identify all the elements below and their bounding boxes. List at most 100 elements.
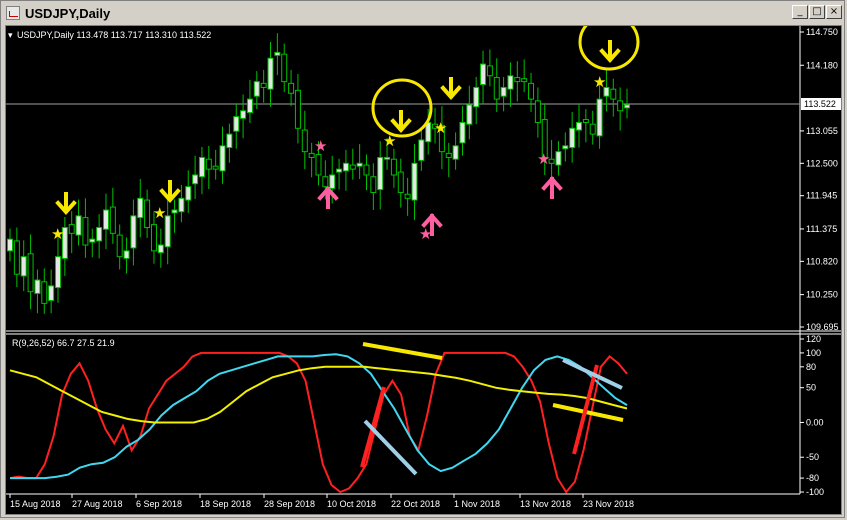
candle-body <box>233 116 240 132</box>
candle-body <box>528 82 535 100</box>
candle-body <box>13 240 20 275</box>
candle-body <box>493 77 500 100</box>
candle-body <box>267 57 274 90</box>
indicator-tick-label: 100 <box>806 348 821 358</box>
indicator-header: R(9,26,52) 66.7 27.5 21.9 <box>12 338 115 348</box>
candle-body <box>102 209 109 230</box>
candle-body <box>459 121 466 144</box>
date-tick-label: 15 Aug 2018 <box>10 499 61 509</box>
candle-body <box>301 129 308 153</box>
date-tick-label: 18 Sep 2018 <box>200 499 251 509</box>
price-tick-label: 114.750 <box>806 27 838 37</box>
candle-body <box>68 224 75 234</box>
candle-body <box>281 53 288 83</box>
candle-body <box>390 158 397 176</box>
price-tick-label: 110.250 <box>806 290 838 300</box>
candle-body <box>192 174 199 185</box>
candle-body <box>452 145 459 160</box>
candle-body <box>130 215 137 249</box>
candle-body <box>137 197 144 219</box>
indicator-tick-label: 120 <box>806 334 821 344</box>
candle-body <box>198 156 205 178</box>
title-bar[interactable]: USDJPY,Daily _ □ × <box>3 3 842 23</box>
candle-body <box>322 176 329 188</box>
date-tick-label: 23 Nov 2018 <box>583 499 634 509</box>
candle-body <box>178 197 185 213</box>
candle-body <box>356 162 363 167</box>
candle-body <box>54 256 61 289</box>
candle-body <box>384 156 391 160</box>
candle-body <box>89 238 96 243</box>
candle-body <box>20 256 27 277</box>
price-tick-label: 111.945 <box>806 191 837 201</box>
candle-body <box>315 154 322 176</box>
date-tick-label: 10 Oct 2018 <box>327 499 376 509</box>
candle-body <box>171 209 178 214</box>
candle-body <box>617 100 624 112</box>
candle-body <box>349 164 356 170</box>
price-tick-label: 111.375 <box>806 224 837 234</box>
candle-body <box>82 217 89 246</box>
candle-body <box>507 75 514 90</box>
candle-body <box>500 86 507 97</box>
star-marker-icon: ★ <box>434 120 447 137</box>
candle-body <box>253 81 260 97</box>
candle-body <box>370 176 377 193</box>
candle-body <box>610 88 617 100</box>
candle-body <box>534 100 541 123</box>
candle-body <box>205 158 212 170</box>
maximize-button[interactable]: □ <box>809 5 825 19</box>
candle-body <box>466 104 473 125</box>
candle-body <box>445 152 452 158</box>
indicator-tick-label: 50 <box>806 383 816 393</box>
candle-body <box>7 238 13 252</box>
pink-star-marker-icon: ★ <box>314 138 327 155</box>
date-tick-label: 1 Nov 2018 <box>454 499 500 509</box>
star-marker-icon: ★ <box>51 226 64 243</box>
candle-body <box>109 206 116 234</box>
chart-area[interactable]: ▾ USDJPY,Daily 113.478 113.717 113.310 1… <box>5 25 842 515</box>
candle-body <box>150 224 157 252</box>
minimize-button[interactable]: _ <box>792 5 808 19</box>
chart-window: USDJPY,Daily _ □ × ▾ USDJPY,Daily 113.47… <box>0 0 845 518</box>
candle-body <box>240 110 247 119</box>
price-tick-label: 109.695 <box>806 322 839 332</box>
window-title: USDJPY,Daily <box>25 6 111 21</box>
candle-body <box>226 133 233 149</box>
candle-body <box>123 250 130 259</box>
candle-body <box>75 215 82 236</box>
candle-body <box>260 82 267 88</box>
date-tick-label: 28 Sep 2018 <box>264 499 315 509</box>
candle-body <box>34 279 41 294</box>
indicator-tick-label: 80 <box>806 362 816 372</box>
pink-star-marker-icon: ★ <box>537 151 550 168</box>
candle-body <box>397 171 404 193</box>
star-marker-icon: ★ <box>593 74 606 91</box>
candle-body <box>27 253 34 293</box>
price-header: USDJPY,Daily 113.478 113.717 113.310 113… <box>17 30 211 40</box>
candle-body <box>116 234 123 258</box>
candle-body <box>480 63 487 86</box>
header-arrow-icon[interactable]: ▾ <box>8 30 13 40</box>
indicator-tick-label: -50 <box>806 452 819 462</box>
candle-body <box>288 82 295 94</box>
candle-body <box>96 226 103 242</box>
price-tick-label: 112.500 <box>806 158 838 168</box>
candle-body <box>219 145 226 172</box>
candle-body <box>411 162 418 201</box>
candle-body <box>514 77 521 83</box>
candle-body <box>582 119 589 123</box>
candle-body <box>521 78 528 83</box>
indicator-tick-label: 0.00 <box>806 417 824 427</box>
price-tick-label: 114.180 <box>806 60 838 70</box>
date-tick-label: 6 Sep 2018 <box>136 499 182 509</box>
candle-body <box>294 89 301 129</box>
candle-body <box>486 65 493 77</box>
candle-body <box>377 156 384 191</box>
candle-body <box>342 162 349 172</box>
candle-body <box>596 98 603 137</box>
candle-body <box>144 199 151 228</box>
close-button[interactable]: × <box>826 5 842 19</box>
candle-body <box>569 127 576 149</box>
candle-body <box>41 281 48 304</box>
